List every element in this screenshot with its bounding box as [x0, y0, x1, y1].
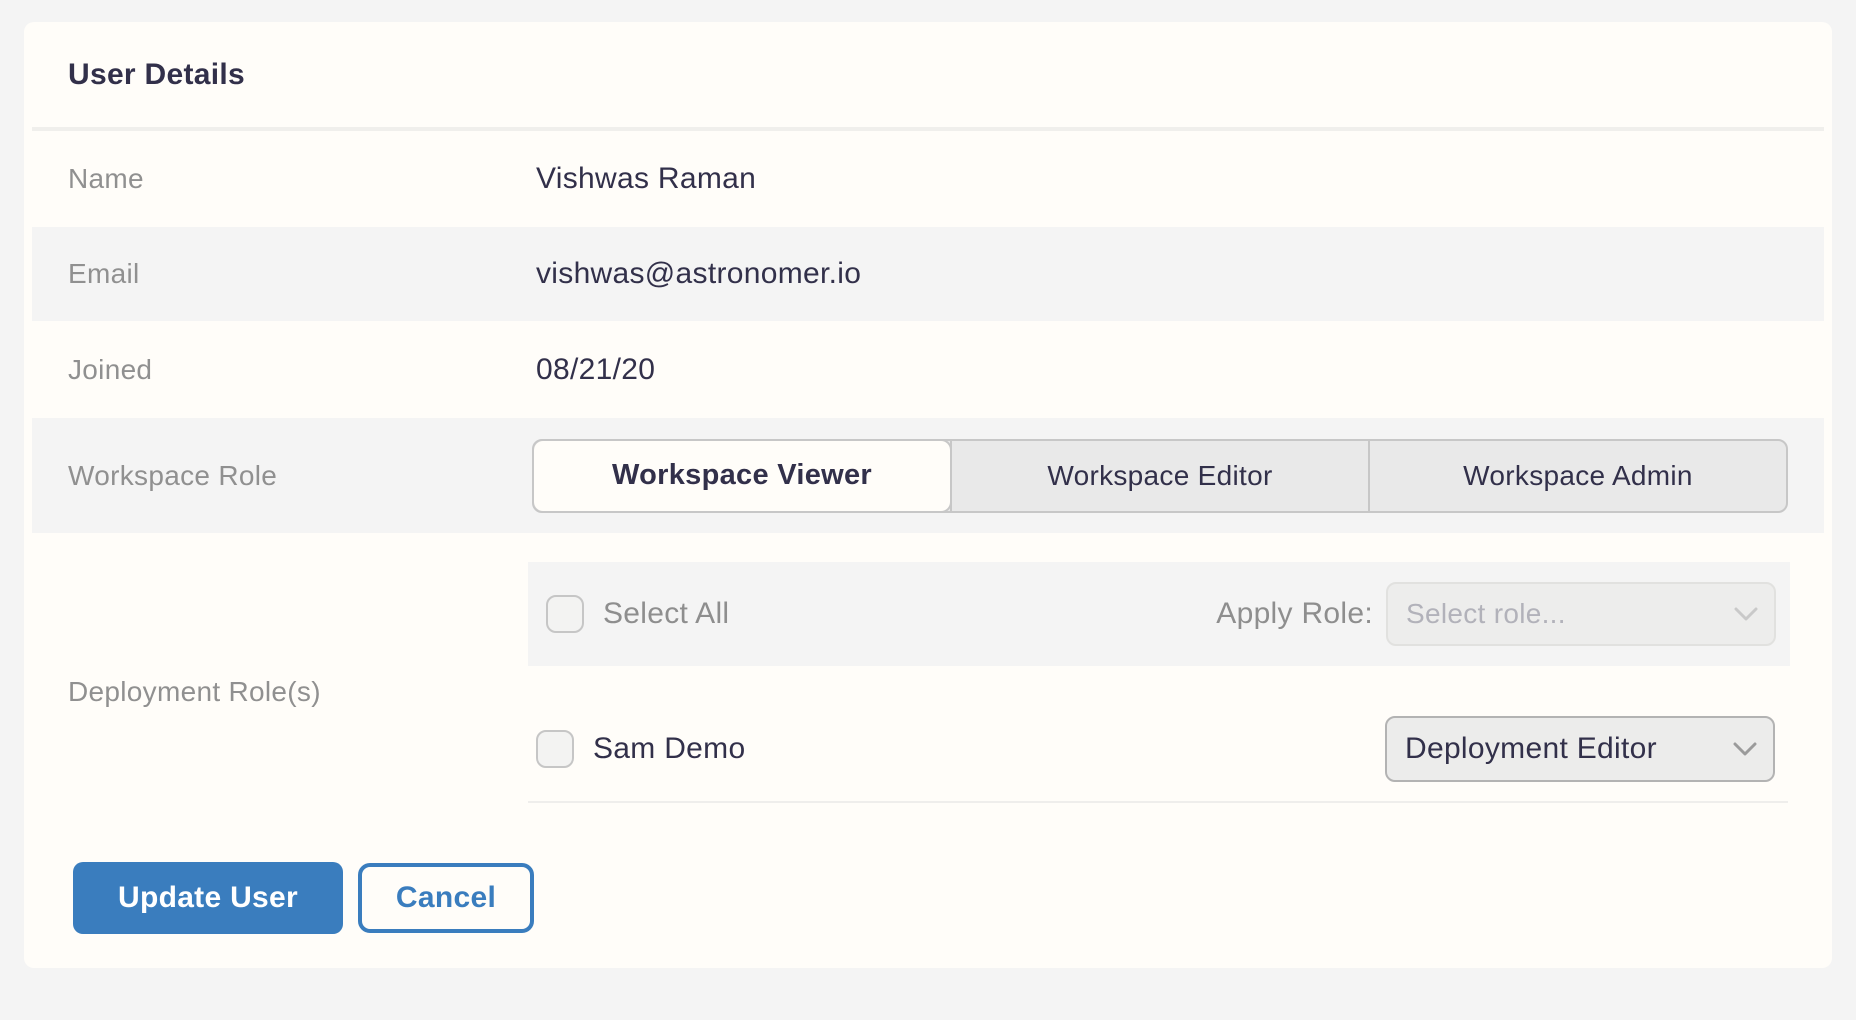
email-row: Email vishwas@astronomer.io [32, 227, 1824, 321]
select-all-checkbox[interactable] [546, 595, 584, 633]
workspace-role-option-viewer[interactable]: Workspace Viewer [534, 441, 950, 511]
workspace-role-option-admin[interactable]: Workspace Admin [1368, 441, 1786, 511]
workspace-role-row: Workspace Role Workspace Viewer Workspac… [32, 418, 1824, 533]
deployment-roles-label: Deployment Role(s) [32, 533, 536, 850]
joined-label: Joined [32, 354, 536, 386]
deployment-role-value: Deployment Editor [1405, 732, 1657, 766]
name-label: Name [32, 163, 536, 195]
select-all-label: Select All [603, 597, 729, 631]
deployment-role-select[interactable]: Deployment Editor [1385, 716, 1775, 782]
cancel-button[interactable]: Cancel [358, 863, 534, 933]
joined-value: 08/21/20 [536, 353, 655, 387]
form-actions: Update User Cancel [73, 862, 1824, 934]
deployment-name: Sam Demo [593, 732, 745, 766]
deployment-checkbox[interactable] [536, 730, 574, 768]
chevron-down-icon [1733, 742, 1757, 757]
user-details-card: User Details Name Vishwas Raman Email vi… [24, 22, 1832, 968]
deployment-row-divider [528, 801, 1788, 803]
email-value: vishwas@astronomer.io [536, 257, 861, 291]
page-title: User Details [68, 58, 245, 92]
field-rows: Name Vishwas Raman Email vishwas@astrono… [32, 131, 1824, 934]
joined-row: Joined 08/21/20 [32, 321, 1824, 418]
chevron-down-icon [1734, 607, 1758, 622]
card-header: User Details [24, 22, 1832, 127]
name-value: Vishwas Raman [536, 162, 756, 196]
apply-role-select[interactable]: Select role... [1386, 582, 1776, 646]
workspace-role-segmented-control: Workspace Viewer Workspace Editor Worksp… [532, 439, 1788, 513]
workspace-role-label: Workspace Role [32, 460, 536, 492]
deployment-roles-section: Deployment Role(s) Select All Apply Role… [32, 533, 1824, 850]
deployment-roles-content: Select All Apply Role: Select role... Sa… [536, 533, 1824, 850]
workspace-role-option-editor[interactable]: Workspace Editor [950, 441, 1368, 511]
deployment-row-sam-demo: Sam Demo Deployment Editor [536, 716, 1824, 782]
bulk-actions-bar: Select All Apply Role: Select role... [528, 562, 1790, 666]
email-label: Email [32, 258, 536, 290]
name-row: Name Vishwas Raman [32, 131, 1824, 227]
apply-role-select-placeholder: Select role... [1406, 598, 1566, 630]
apply-role-label: Apply Role: [1216, 597, 1373, 631]
update-user-button[interactable]: Update User [73, 862, 343, 934]
